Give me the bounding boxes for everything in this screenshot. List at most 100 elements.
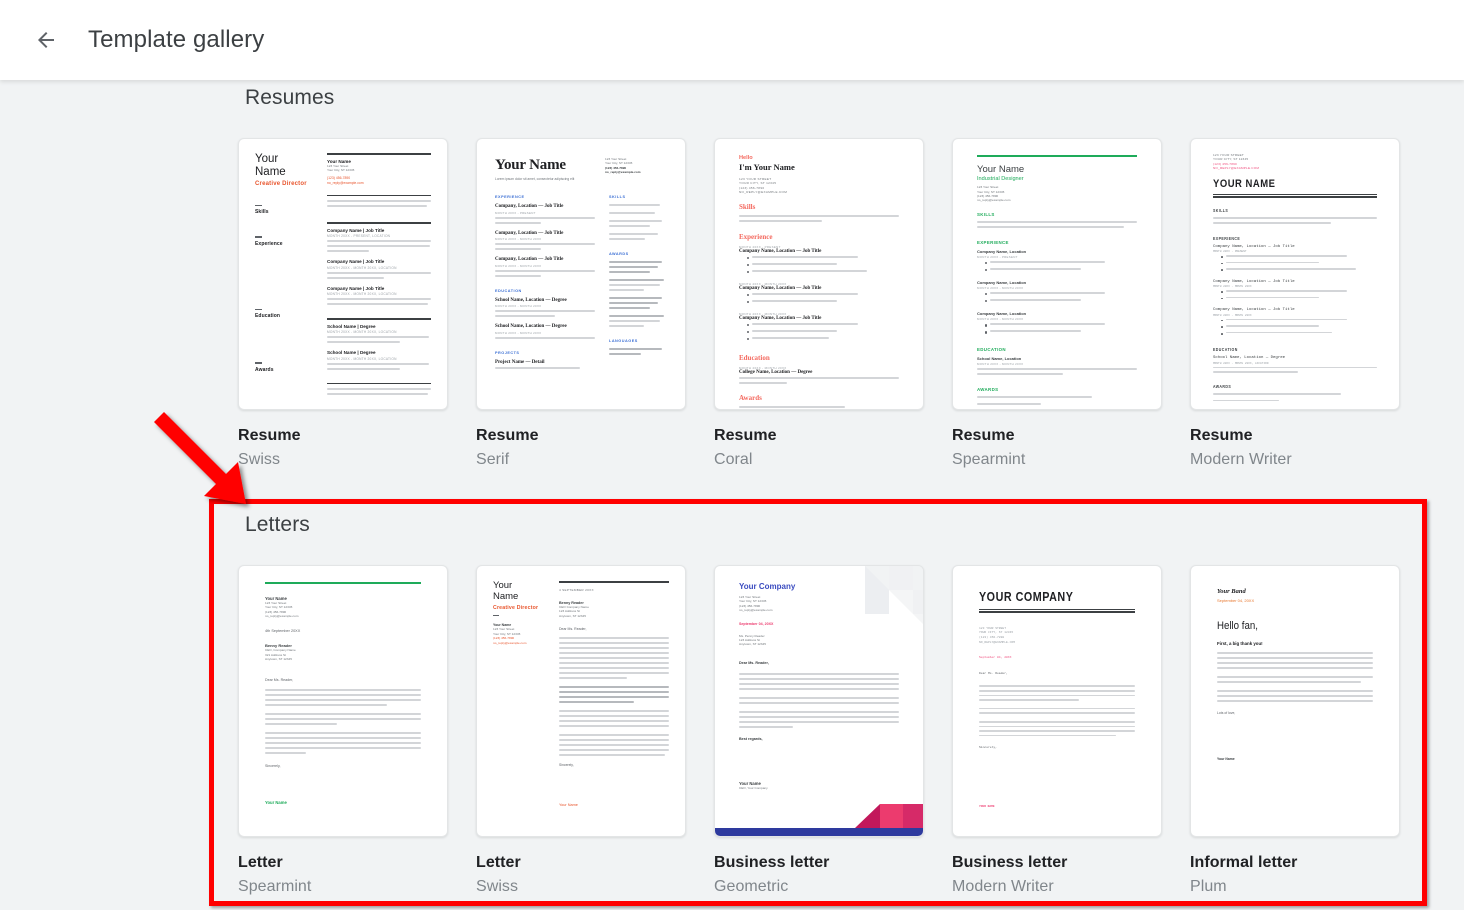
template-thumbnail-business-letter-modern-writer[interactable]: YOUR COMPANY 123 YOUR STREET YOUR CITY, …	[952, 565, 1162, 837]
preview-signature: Your Name	[559, 803, 578, 808]
preview-entry-heading: Company Name, Location — Job Title	[1213, 279, 1295, 284]
preview-section-awards: Awards	[255, 366, 274, 373]
preview-section-skills: SKILLS	[1213, 207, 1229, 213]
template-gallery-page: Template gallery Resumes Your Name Creat…	[0, 0, 1464, 910]
section-title-resumes: Resumes	[245, 86, 335, 109]
rule-dash	[255, 236, 262, 238]
preview-entry-heading: Company Name | Job Title	[327, 259, 385, 264]
template-name: Resume	[1190, 427, 1253, 444]
preview-entry-heading: Company Name | Job Title	[327, 285, 385, 291]
preview-name-line1: Your	[493, 580, 513, 591]
preview-name: Your Name	[495, 157, 566, 173]
preview-company: Your Company	[739, 582, 796, 591]
preview-hello: Hello	[739, 155, 753, 161]
preview-company: YOUR COMPANY	[979, 590, 1074, 604]
preview-entry-heading: Company, Location — Job Title	[495, 230, 564, 236]
preview-contact: no_reply@example.com	[605, 170, 641, 175]
resume-template-grid: Your Name Creative Director Skills Exper…	[238, 138, 1400, 469]
preview-section-awards: Awards	[739, 393, 762, 402]
preview-section-awards: AWARDS	[1213, 384, 1232, 390]
preview-entry-heading: Company, Location — Job Title	[495, 257, 564, 262]
preview-greeting: Hello fan,	[1217, 619, 1258, 632]
template-card-resume-modern-writer[interactable]: 123 YOUR STREET YOUR CITY, ST 12345 (123…	[1190, 138, 1400, 469]
section-resumes: Resumes Your Name Creative Director Skil…	[0, 80, 1464, 490]
preview-entry-heading: Company Name | Job Title	[327, 227, 385, 233]
template-variant: Spearmint	[238, 878, 312, 895]
rule-dash	[255, 362, 262, 364]
preview-school-heading: School Name | Degree	[327, 323, 376, 329]
back-button[interactable]	[26, 20, 66, 60]
gallery-scroll-area[interactable]: Resumes Your Name Creative Director Skil…	[0, 80, 1464, 910]
preview-name-line2: Name	[493, 590, 519, 602]
preview-school-heading: School Name, Location — Degree	[495, 324, 567, 329]
template-card-resume-spearmint[interactable]: Your Name Industrial Designer 123 Your S…	[952, 138, 1162, 469]
template-thumbnail-letter-spearmint[interactable]: Your Name 123 Your Street Your City, ST …	[238, 565, 448, 837]
preview-signature: YOUR NAME	[979, 804, 995, 808]
template-thumbnail-resume-coral[interactable]: Hello I'm Your Name 123 YOUR STREET YOUR…	[714, 138, 924, 410]
preview-school-heading: School Name, Location	[977, 356, 1022, 362]
template-card-letter-swiss[interactable]: Your Name Creative Director Your Name 12…	[476, 565, 686, 896]
template-card-business-letter-geometric[interactable]: Your Company 123 Your Street Your City, …	[714, 565, 924, 896]
template-card-resume-swiss[interactable]: Your Name Creative Director Skills Exper…	[238, 138, 448, 469]
preview-name: Your Name	[977, 163, 1025, 175]
section-letters: Letters Your Name 123 Your Street Your C…	[0, 507, 1464, 910]
preview-entry-heading: Company Name, Location	[977, 311, 1027, 317]
template-card-informal-letter-plum[interactable]: Your Band September 04, 20XX Hello fan, …	[1190, 565, 1400, 896]
preview-name: YOUR NAME	[1213, 177, 1276, 190]
template-name: Business letter	[714, 854, 830, 871]
template-thumbnail-resume-spearmint[interactable]: Your Name Industrial Designer 123 Your S…	[952, 138, 1162, 410]
preview-name-line1: Your	[255, 153, 279, 165]
preview-name-line2: Name	[255, 165, 286, 178]
template-name: Letter	[238, 854, 283, 871]
template-card-resume-serif[interactable]: Your Name Lorem ipsum dolor sit amet, co…	[476, 138, 686, 469]
template-thumbnail-resume-modern-writer[interactable]: 123 YOUR STREET YOUR CITY, ST 12345 (123…	[1190, 138, 1400, 410]
template-name: Resume	[476, 427, 539, 444]
template-variant: Coral	[714, 451, 753, 468]
template-thumbnail-informal-letter-plum[interactable]: Your Band September 04, 20XX Hello fan, …	[1190, 565, 1400, 837]
template-thumbnail-letter-swiss[interactable]: Your Name Creative Director Your Name 12…	[476, 565, 686, 837]
preview-signature: Your Name	[1217, 756, 1235, 761]
rule-dash	[255, 205, 262, 207]
preview-signature: Your Name	[265, 799, 287, 805]
preview-entry-heading: Company, Location — Job Title	[495, 204, 564, 209]
preview-section-education: EDUCATION	[1213, 347, 1238, 353]
template-thumbnail-resume-serif[interactable]: Your Name Lorem ipsum dolor sit amet, co…	[476, 138, 686, 410]
template-variant: Swiss	[476, 878, 519, 895]
template-name: Resume	[238, 427, 301, 444]
preview-school-heading: School Name | Degree	[327, 350, 376, 355]
preview-school-heading: School Name, Location — Degree	[1213, 356, 1286, 361]
preview-section-experience: EXPERIENCE	[1213, 235, 1241, 241]
template-variant: Modern Writer	[952, 878, 1054, 895]
template-name: Resume	[714, 427, 777, 444]
preview-band-name: Your Band	[1217, 588, 1246, 595]
template-thumbnail-business-letter-geometric[interactable]: Your Company 123 Your Street Your City, …	[714, 565, 924, 837]
preview-entry-heading: Company Name, Location	[977, 248, 1027, 254]
page-title: Template gallery	[88, 26, 265, 53]
rule-dash	[255, 308, 262, 311]
template-variant: Plum	[1190, 878, 1227, 895]
preview-section-skills: Skills	[739, 202, 756, 211]
template-thumbnail-resume-swiss[interactable]: Your Name Creative Director Skills Exper…	[238, 138, 448, 410]
template-card-letter-spearmint[interactable]: Your Name 123 Your Street Your City, ST …	[238, 565, 448, 896]
template-name: Letter	[476, 854, 521, 871]
template-variant: Modern Writer	[1190, 451, 1292, 468]
letter-template-grid: Your Name 123 Your Street Your City, ST …	[238, 565, 1400, 896]
preview-section-experience: Experience	[739, 232, 773, 241]
template-card-resume-coral[interactable]: Hello I'm Your Name 123 YOUR STREET YOUR…	[714, 138, 924, 469]
arrow-left-icon	[38, 32, 54, 48]
preview-entry-heading: Company Name, Location — Job Title	[1213, 244, 1295, 249]
preview-entry-heading: Company Name, Location — Job Title	[1213, 308, 1295, 313]
template-variant: Serif	[476, 451, 510, 468]
template-variant: Spearmint	[952, 451, 1026, 468]
template-variant: Swiss	[238, 451, 281, 468]
accent-rule	[977, 155, 1137, 157]
template-variant: Geometric	[714, 878, 789, 895]
preview-sender-line: no_reply@example.com	[493, 640, 527, 645]
section-title-letters: Letters	[245, 513, 310, 536]
app-bar: Template gallery	[0, 0, 1464, 80]
template-name: Informal letter	[1190, 854, 1298, 871]
preview-section-education: Education	[739, 353, 770, 362]
template-card-business-letter-modern-writer[interactable]: YOUR COMPANY 123 YOUR STREET YOUR CITY, …	[952, 565, 1162, 896]
preview-tagline: Lorem ipsum dolor sit amet, consectetur …	[495, 177, 575, 181]
preview-role: Creative Director	[493, 605, 539, 611]
